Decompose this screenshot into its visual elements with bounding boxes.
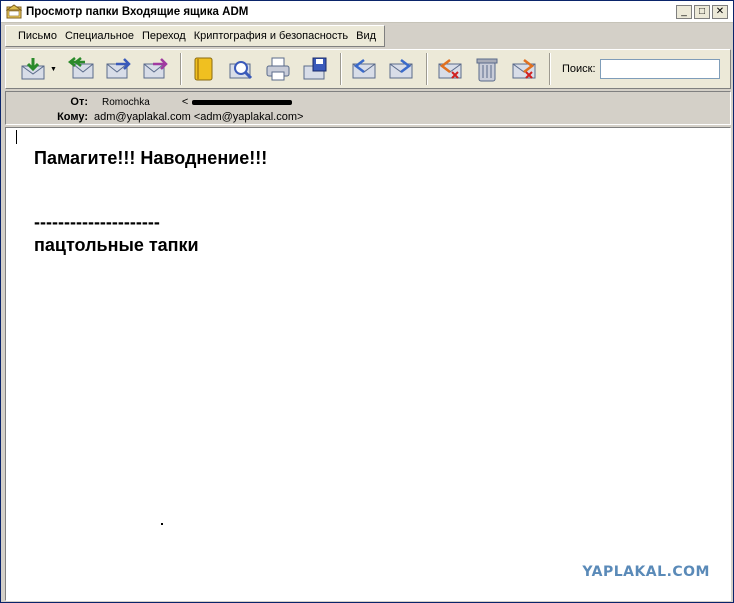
search-mail-icon [229, 61, 253, 80]
text-cursor [16, 130, 17, 144]
search-input[interactable] [599, 59, 720, 79]
stray-dot [161, 523, 163, 525]
redacted-address [192, 99, 293, 105]
to-address[interactable]: adm@yaplakal.com <adm@yaplakal.com> [94, 111, 303, 123]
redirect-icon [143, 58, 168, 79]
address-book-button[interactable] [187, 53, 221, 85]
toolbar-separator [549, 53, 551, 85]
menu-bar: Письмо Специальное Переход Криптография … [5, 25, 385, 47]
from-row: От: Romochka < [6, 95, 293, 109]
delete-next-icon [512, 59, 536, 79]
window-title: Просмотр папки Входящие ящика ADM [26, 5, 249, 18]
toolbar-separator [340, 53, 342, 85]
menu-crypto[interactable]: Криптография и безопасность [190, 30, 352, 42]
menu-view[interactable]: Вид [352, 30, 380, 42]
toolbar-separator [426, 53, 428, 85]
delete-previous-button[interactable] [433, 53, 467, 85]
save-icon [303, 57, 327, 80]
find-button[interactable] [224, 53, 258, 85]
message-line-1: Памагите!!! Наводнение!!! [34, 148, 268, 168]
message-body[interactable]: Памагите!!! Наводнение!!! --------------… [5, 127, 731, 601]
message-header: От: Romochka < Кому: adm@yaplakal.com <a… [5, 91, 731, 125]
to-row: Кому: adm@yaplakal.com <adm@yaplakal.com… [6, 110, 303, 124]
delete-button[interactable] [470, 53, 504, 85]
delete-next-button[interactable] [507, 53, 541, 85]
reply-all-button[interactable] [64, 53, 98, 85]
get-mail-icon [21, 58, 45, 80]
next-message-button[interactable] [384, 53, 418, 85]
previous-message-icon [352, 59, 376, 79]
maximize-button[interactable]: □ [694, 4, 710, 19]
forward-icon [106, 58, 131, 79]
message-line-3: пацтольные тапки [34, 235, 199, 255]
printer-icon [266, 57, 290, 81]
get-mail-button[interactable] [16, 53, 50, 85]
get-mail-dropdown-icon[interactable]: ▼ [50, 66, 58, 73]
save-button[interactable] [298, 53, 332, 85]
menu-letter[interactable]: Письмо [14, 30, 61, 42]
from-label: От: [70, 96, 88, 108]
next-message-icon [389, 59, 413, 79]
minimize-button[interactable]: _ [676, 4, 692, 19]
previous-message-button[interactable] [347, 53, 381, 85]
toolbar: ▼ Поиск: [5, 49, 731, 89]
folder-view-icon [6, 3, 22, 18]
trash-icon [476, 58, 498, 82]
to-label: Кому: [57, 111, 88, 123]
from-name[interactable]: Romochka [102, 97, 150, 108]
menu-go[interactable]: Переход [138, 30, 190, 42]
close-button[interactable]: ✕ [712, 4, 728, 19]
delete-previous-icon [438, 59, 462, 79]
print-button[interactable] [261, 53, 295, 85]
reply-all-icon [67, 57, 94, 79]
from-address-bracket: < [181, 96, 189, 108]
mail-window: Просмотр папки Входящие ящика ADM _ □ ✕ … [0, 0, 734, 603]
message-line-2: --------------------- [34, 212, 160, 232]
watermark-logo: YAPLAKAL.COM [582, 564, 710, 580]
search-label: Поиск: [562, 63, 596, 75]
toolbar-separator [180, 53, 182, 85]
address-book-icon [194, 57, 213, 81]
from-address[interactable]: < [181, 96, 293, 108]
title-bar: Просмотр папки Входящие ящика ADM _ □ ✕ [1, 1, 733, 23]
redirect-button[interactable] [138, 53, 172, 85]
forward-button[interactable] [101, 53, 135, 85]
menu-special[interactable]: Специальное [61, 30, 138, 42]
